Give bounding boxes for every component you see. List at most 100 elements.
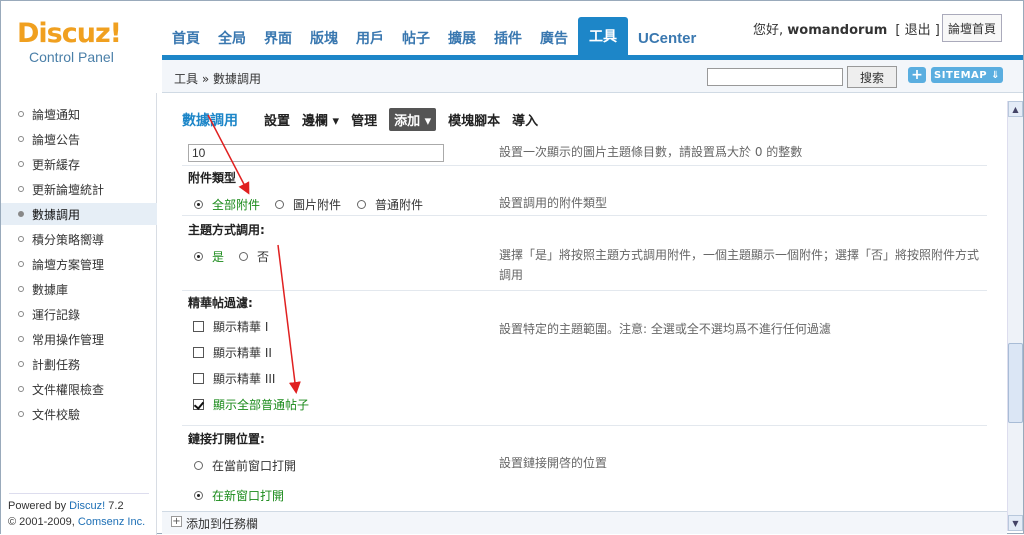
nav-tab-global[interactable]: 全局 xyxy=(210,21,254,55)
checkbox-icon xyxy=(193,347,204,358)
sidebar-item-update-stats[interactable]: 更新論壇統計 xyxy=(1,178,157,200)
nav-tab-posts[interactable]: 帖子 xyxy=(394,21,438,55)
description-line: 調用 xyxy=(499,268,524,282)
bullet-icon xyxy=(18,211,24,217)
sidebar-item-common-ops[interactable]: 常用操作管理 xyxy=(1,328,157,350)
description-line: 選擇「是」將按照主題方式調用附件，一個主題顯示一個附件；選擇「否」將按照附件方式 xyxy=(499,248,980,262)
bullet-icon xyxy=(18,386,24,392)
add-to-taskbar-link[interactable]: 添加到任務欄 xyxy=(186,515,258,532)
bullet-icon xyxy=(18,311,24,317)
nav-tab-tools[interactable]: 工具 xyxy=(578,17,628,55)
scroll-up-arrow-icon[interactable]: ▲ xyxy=(1008,101,1023,117)
thread-mode-no-radio[interactable]: 否 xyxy=(239,248,269,265)
add-shortcut-button[interactable]: + xyxy=(908,67,926,83)
sidebar-item-run-logs[interactable]: 運行記錄 xyxy=(1,303,157,325)
sidebar-item-notices[interactable]: 論壇通知 xyxy=(1,103,157,125)
header: Discuz! Control Panel 首頁 全局 界面 版塊 用戶 帖子 … xyxy=(1,1,1023,65)
sidebar-item-forum-schemes[interactable]: 論壇方案管理 xyxy=(1,253,157,275)
nav-tab-forums[interactable]: 版塊 xyxy=(302,21,346,55)
search-button[interactable]: 搜索 xyxy=(847,66,897,88)
greeting-text: 您好, xyxy=(753,23,784,38)
breadcrumb: 工具 » 數據調用 xyxy=(174,72,261,86)
radio-icon xyxy=(239,252,248,261)
logout-link[interactable]: [ 退出 ] xyxy=(895,23,939,38)
thread-mode-yes-radio[interactable]: 是 xyxy=(194,248,224,265)
sidebar: 論壇通知 論壇公告 更新緩存 更新論壇統計 數據調用 積分策略嚮導 論壇方案管理… xyxy=(1,93,157,535)
item-count-input[interactable] xyxy=(188,144,444,162)
scroll-thumb[interactable] xyxy=(1008,343,1023,423)
nav-tab-interface[interactable]: 界面 xyxy=(256,21,300,55)
nav-tab-plugins[interactable]: 插件 xyxy=(486,21,530,55)
vertical-scrollbar[interactable]: ▲ ▼ xyxy=(1007,101,1023,531)
attach-all-radio[interactable]: 全部附件 xyxy=(194,196,260,213)
link-current-window-radio[interactable]: 在當前窗口打開 xyxy=(194,457,296,474)
sidebar-item-update-cache[interactable]: 更新緩存 xyxy=(1,153,157,175)
sidebar-item-credit-wizard[interactable]: 積分策略嚮導 xyxy=(1,228,157,250)
digest-2-checkbox[interactable]: 顯示精華 II xyxy=(193,344,272,361)
discuz-link[interactable]: Discuz! xyxy=(69,500,105,512)
attach-type-description: 設置調用的附件類型 xyxy=(499,196,608,210)
sidebar-item-announcements[interactable]: 論壇公告 xyxy=(1,128,157,150)
link-new-window-radio[interactable]: 在新窗口打開 xyxy=(194,487,284,504)
bullet-icon xyxy=(18,161,24,167)
radio-checked-icon xyxy=(194,252,203,261)
user-info: 您好, womandorum [ 退出 ] xyxy=(753,19,940,38)
logo-brand: Discuz! xyxy=(17,18,122,49)
checkbox-checked-icon xyxy=(193,399,204,410)
sidebar-divider xyxy=(9,493,149,494)
logo: Discuz! Control Panel xyxy=(17,18,147,66)
bullet-icon xyxy=(18,186,24,192)
main-nav: 首頁 全局 界面 版塊 用戶 帖子 擴展 插件 廣告 工具 UCenter xyxy=(164,17,706,55)
forum-home-button[interactable]: 論壇首頁 xyxy=(942,14,1002,42)
nav-tab-ucenter[interactable]: UCenter xyxy=(630,21,705,55)
subtab-sidebar[interactable]: 邊欄 ▾ xyxy=(302,110,339,129)
digest-3-checkbox[interactable]: 顯示精華 III xyxy=(193,370,275,387)
sub-tabs: 數據調用 設置 邊欄 ▾ 管理 添加 ▾ 模塊腳本 導入 xyxy=(182,108,550,131)
subtab-manage[interactable]: 管理 xyxy=(351,110,377,129)
radio-icon xyxy=(194,461,203,470)
scroll-down-arrow-icon[interactable]: ▼ xyxy=(1008,515,1023,531)
digest-normal-checkbox[interactable]: 顯示全部普通帖子 xyxy=(193,396,309,413)
taskbar-strip: + 添加到任務欄 xyxy=(162,511,1007,534)
sitemap-button[interactable]: SITEMAP ⇓ xyxy=(931,67,1003,83)
attach-image-radio[interactable]: 圖片附件 xyxy=(275,196,341,213)
digest-1-checkbox[interactable]: 顯示精華 I xyxy=(193,318,268,335)
nav-tab-users[interactable]: 用戶 xyxy=(348,21,392,55)
sidebar-item-data-call[interactable]: 數據調用 xyxy=(1,203,157,225)
nav-tab-extend[interactable]: 擴展 xyxy=(440,21,484,55)
sidebar-item-label: 論壇通知 xyxy=(32,107,81,122)
sidebar-item-file-permissions[interactable]: 文件權限檢查 xyxy=(1,378,157,400)
subtab-settings[interactable]: 設置 xyxy=(264,110,290,129)
subtab-module-script[interactable]: 模塊腳本 xyxy=(448,110,500,129)
checkbox-icon xyxy=(193,373,204,384)
sidebar-item-label: 積分策略嚮導 xyxy=(32,232,105,247)
attach-normal-radio[interactable]: 普通附件 xyxy=(357,196,423,213)
plus-icon[interactable]: + xyxy=(171,516,182,527)
nav-tab-ads[interactable]: 廣告 xyxy=(532,21,576,55)
radio-checked-icon xyxy=(194,200,203,209)
option-label: 普通附件 xyxy=(375,198,424,212)
bullet-icon xyxy=(18,236,24,242)
option-label: 在新窗口打開 xyxy=(212,489,285,503)
option-label: 顯示精華 III xyxy=(213,372,276,386)
nav-tab-home[interactable]: 首頁 xyxy=(164,21,208,55)
option-label: 否 xyxy=(257,250,270,264)
subtab-data-call[interactable]: 數據調用 xyxy=(182,110,238,130)
sidebar-item-scheduled-tasks[interactable]: 計劃任務 xyxy=(1,353,157,375)
checkbox-icon xyxy=(193,321,204,332)
search-input[interactable] xyxy=(707,68,843,86)
subtab-import[interactable]: 導入 xyxy=(512,110,538,129)
bullet-icon xyxy=(18,261,24,267)
sidebar-item-label: 文件校驗 xyxy=(32,407,81,422)
sidebar-item-file-check[interactable]: 文件校驗 xyxy=(1,403,157,425)
link-target-label: 鏈接打開位置: xyxy=(188,432,265,446)
subtab-add[interactable]: 添加 ▾ xyxy=(389,108,437,131)
radio-checked-icon xyxy=(194,491,203,500)
sidebar-item-database[interactable]: 數據庫 xyxy=(1,278,157,300)
sidebar-item-label: 計劃任務 xyxy=(32,357,81,372)
comsenz-link[interactable]: Comsenz Inc. xyxy=(78,516,145,528)
bullet-icon xyxy=(18,336,24,342)
bullet-icon xyxy=(18,411,24,417)
logo-subtitle: Control Panel xyxy=(29,49,114,65)
option-label: 顯示全部普通帖子 xyxy=(213,398,310,412)
